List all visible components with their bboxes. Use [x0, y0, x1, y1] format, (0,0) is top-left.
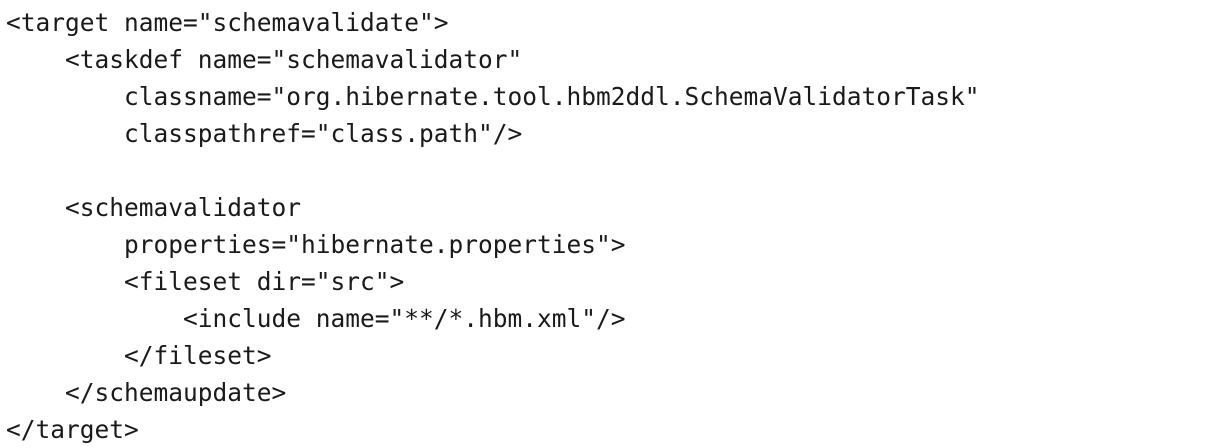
code-line: </target>	[6, 415, 139, 444]
code-line: <target name="schemavalidate">	[6, 8, 449, 37]
code-block: <target name="schemavalidate"> <taskdef …	[0, 0, 1226, 444]
code-line: <fileset dir="src">	[6, 267, 405, 296]
code-line: <taskdef name="schemavalidator"	[6, 45, 523, 74]
code-line: </fileset>	[6, 341, 272, 370]
code-line: <schemavalidator	[6, 193, 302, 222]
code-line: properties="hibernate.properties">	[6, 230, 626, 259]
code-line: classpathref="class.path"/>	[6, 119, 523, 148]
code-line: <include name="**/*.hbm.xml"/>	[6, 304, 626, 333]
code-line: </schemaupdate>	[6, 378, 287, 407]
code-line: classname="org.hibernate.tool.hbm2ddl.Sc…	[6, 82, 980, 111]
